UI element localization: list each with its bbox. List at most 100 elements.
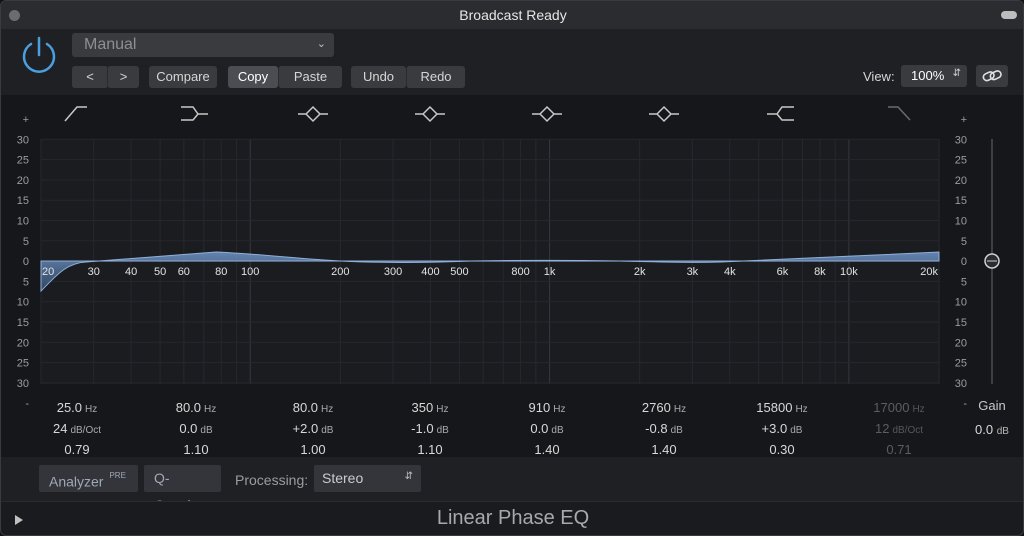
- band-gain[interactable]: 0.0 dB: [136, 421, 256, 436]
- db-tick-label: 25: [17, 358, 29, 370]
- gain-label: Gain: [978, 398, 1006, 413]
- band-q[interactable]: 0.79: [17, 442, 137, 457]
- db-tick-label: +: [961, 114, 967, 126]
- band-frequency-value: 350: [411, 400, 434, 415]
- band-frequency-unit: Hz: [912, 404, 925, 415]
- db-tick-label: 25: [955, 358, 967, 370]
- band-frequency[interactable]: 910 Hz: [487, 400, 607, 415]
- db-tick-label: +: [23, 114, 29, 126]
- band-frequency[interactable]: 350 Hz: [370, 400, 490, 415]
- plugin-window: Broadcast Ready Manual ⌄ < > Compare Cop…: [0, 0, 1024, 536]
- frequency-label: 3k: [687, 266, 699, 278]
- db-tick-label: 30: [955, 378, 967, 390]
- gain-slider[interactable]: [984, 139, 1000, 384]
- db-scale-left: +30252015105051015202530-: [17, 114, 30, 410]
- band-frequency-value: 25.0: [56, 400, 83, 415]
- db-tick-label: 10: [955, 297, 967, 309]
- frequency-label: 6k: [777, 266, 789, 278]
- band-frequency-unit: Hz: [795, 404, 808, 415]
- band-gain[interactable]: +2.0 dB: [253, 421, 373, 436]
- band-gain[interactable]: 0.0 dB: [487, 421, 607, 436]
- low-shelf-icon[interactable]: [181, 106, 208, 121]
- db-tick-label: 5: [961, 236, 967, 248]
- band-q-value: 1.10: [417, 442, 443, 457]
- band-gain-value: +3.0: [761, 421, 788, 436]
- bell-icon[interactable]: [415, 105, 445, 123]
- bell-icon[interactable]: [298, 105, 328, 123]
- band-gain[interactable]: 12 dB/Oct: [839, 421, 959, 436]
- db-tick-label: -: [963, 398, 967, 410]
- bell-icon[interactable]: [532, 105, 562, 123]
- frequency-label: 300: [384, 266, 402, 278]
- gain-value-unit: dB: [996, 426, 1009, 437]
- band-q-value: 0.71: [886, 442, 912, 457]
- band-frequency-unit: Hz: [553, 404, 566, 415]
- band-q[interactable]: 1.10: [136, 442, 256, 457]
- band-q-value: 1.10: [183, 442, 209, 457]
- frequency-label: 20k: [920, 266, 938, 278]
- q-couple-button[interactable]: Q-Couple: [144, 465, 221, 513]
- band-q[interactable]: 1.40: [604, 442, 724, 457]
- band-q[interactable]: 0.30: [722, 442, 842, 457]
- band-frequency[interactable]: 15800 Hz: [722, 400, 842, 415]
- band-gain[interactable]: -1.0 dB: [370, 421, 490, 436]
- band-frequency[interactable]: 2760 Hz: [604, 400, 724, 415]
- band-gain-unit: dB/Oct: [70, 425, 102, 436]
- frequency-label: 60: [178, 266, 190, 278]
- band-gain-unit: dB: [790, 425, 803, 436]
- band-gain[interactable]: 24 dB/Oct: [17, 421, 137, 436]
- band-q[interactable]: 0.71: [839, 442, 959, 457]
- band-q-value: 1.00: [300, 442, 326, 457]
- footer-bar: Linear Phase EQ: [1, 501, 1023, 535]
- db-tick-label: 10: [17, 297, 29, 309]
- band-gain-value: 24: [52, 421, 68, 436]
- band-gain-value: -1.0: [411, 421, 434, 436]
- frequency-label: 10k: [840, 266, 858, 278]
- band-frequency[interactable]: 80.0 Hz: [136, 400, 256, 415]
- bell-icon[interactable]: [649, 105, 679, 123]
- frequency-label: 500: [450, 266, 468, 278]
- band-q[interactable]: 1.10: [370, 442, 490, 457]
- frequency-label: 2k: [634, 266, 646, 278]
- band-q-value: 1.40: [651, 442, 677, 457]
- high-cut-icon[interactable]: [888, 106, 911, 121]
- high-shelf-icon[interactable]: [767, 106, 794, 121]
- band-q[interactable]: 1.40: [487, 442, 607, 457]
- band-gain-value: -0.8: [645, 421, 668, 436]
- processing-select[interactable]: Stereo ⇵: [314, 465, 421, 492]
- band-q-value: 1.40: [534, 442, 560, 457]
- band-frequency[interactable]: 25.0 Hz: [17, 400, 137, 415]
- band-type-icons: [64, 105, 911, 123]
- band-gain[interactable]: -0.8 dB: [604, 421, 724, 436]
- band-gain-value: 0.0: [179, 421, 198, 436]
- band-frequency[interactable]: 17000 Hz: [839, 400, 959, 415]
- band-frequency-value: 80.0: [292, 400, 319, 415]
- db-tick-label: 25: [17, 155, 29, 167]
- low-cut-icon[interactable]: [64, 106, 87, 122]
- frequency-label: 8k: [814, 266, 826, 278]
- gain-value[interactable]: 0.0 dB: [963, 422, 1021, 437]
- db-tick-label: 15: [17, 195, 29, 207]
- analyzer-label: Analyzer: [49, 473, 104, 490]
- gain-value-number: 0.0: [975, 422, 994, 437]
- analyzer-pre-badge: PRE: [109, 471, 126, 480]
- band-q[interactable]: 1.00: [253, 442, 373, 457]
- band-q-value: 0.30: [769, 442, 795, 457]
- band-frequency-unit: Hz: [436, 404, 449, 415]
- band-frequency[interactable]: 80.0 Hz: [253, 400, 373, 415]
- band-gain[interactable]: +3.0 dB: [722, 421, 842, 436]
- frequency-label: 40: [125, 266, 137, 278]
- band-frequency-unit: Hz: [85, 404, 98, 415]
- band-frequency-unit: Hz: [673, 404, 687, 415]
- band-gain-unit: dB: [551, 425, 564, 436]
- db-tick-label: 0: [961, 256, 967, 268]
- db-tick-label: 5: [961, 276, 967, 288]
- frequency-label: 4k: [724, 266, 736, 278]
- db-tick-label: 20: [955, 337, 967, 349]
- db-tick-label: 5: [23, 276, 29, 288]
- db-tick-label: 30: [955, 134, 967, 146]
- band-gain-unit: dB: [200, 425, 213, 436]
- db-tick-label: 20: [17, 175, 29, 187]
- analyzer-button[interactable]: Analyzer PRE: [39, 465, 138, 492]
- frequency-label: 50: [154, 266, 166, 278]
